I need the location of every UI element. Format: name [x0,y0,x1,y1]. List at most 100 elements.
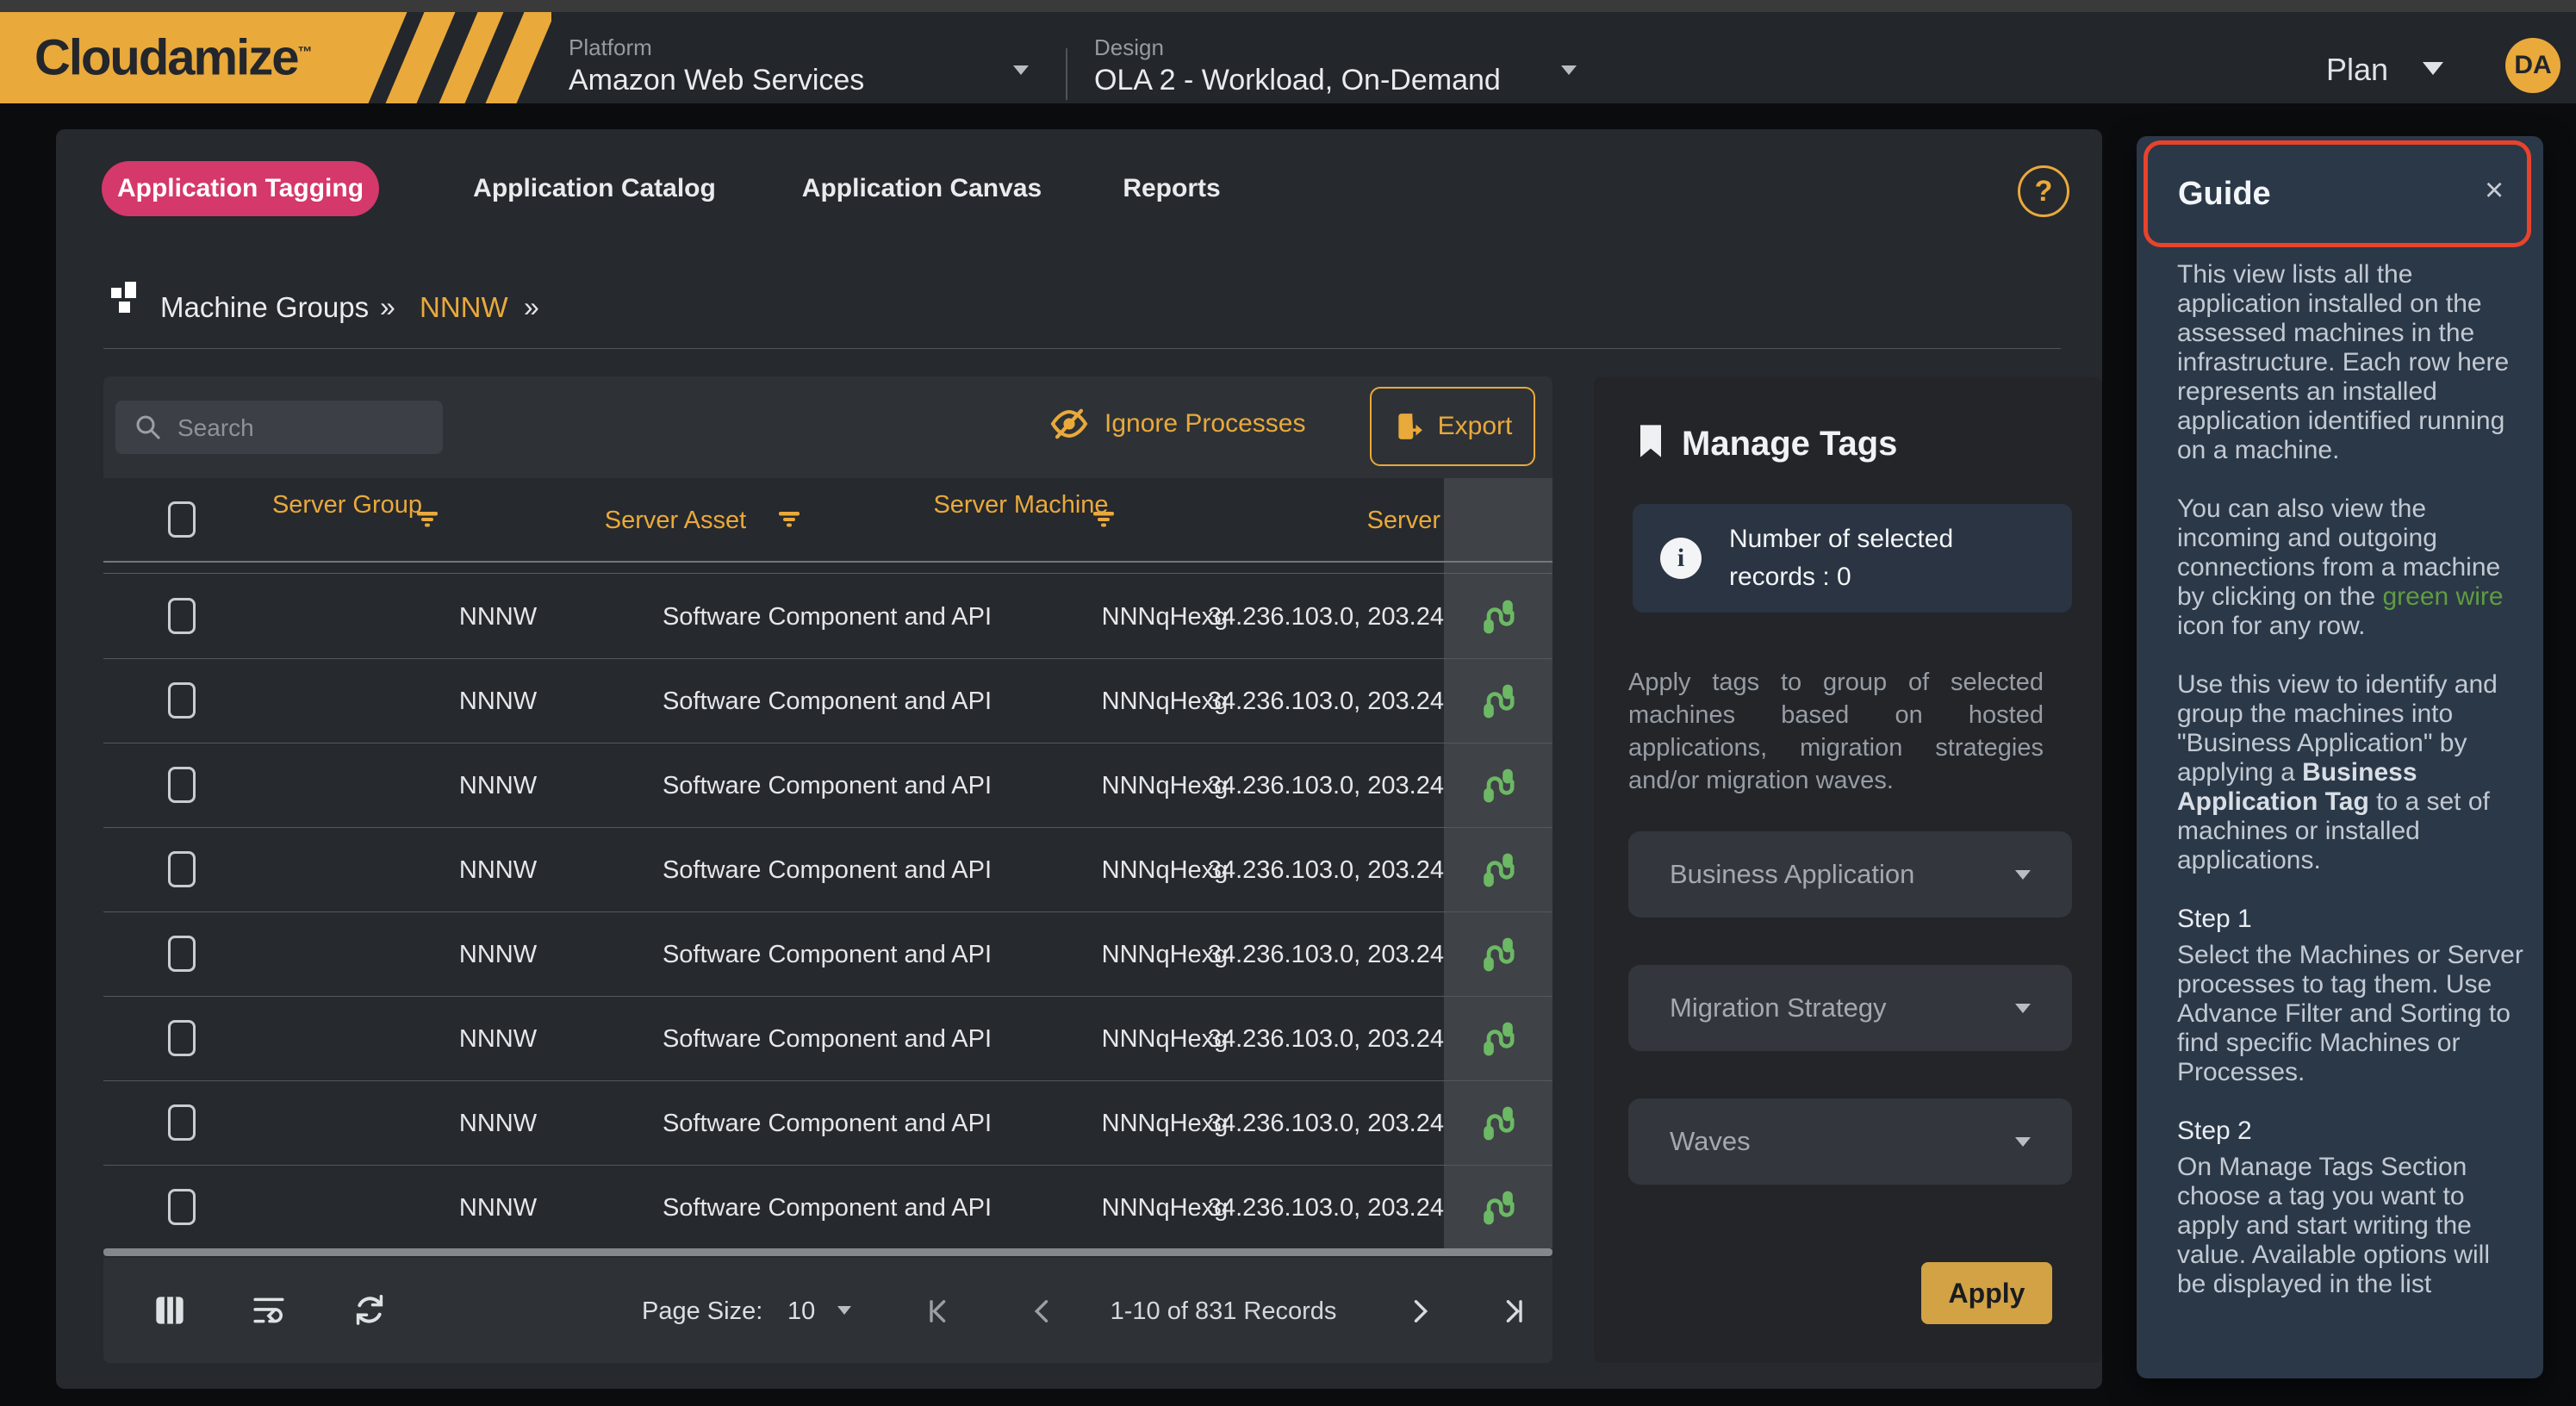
table-row: NNNW Software Component and API NNNqHexg… [103,1166,1552,1250]
bookmark-icon [1637,423,1664,459]
header-underline [103,573,1552,574]
table-row: NNNW Software Component and API NNNqHexg… [103,743,1552,828]
manage-tags-panel: Manage Tags i Number of selected records… [1594,376,2102,1363]
cell-server-group: NNNW [412,575,584,659]
ignore-processes-label: Ignore Processes [1104,409,1305,439]
table-toolbar: Search Ignore Processes Export [103,376,1552,478]
green-wire-icon [1479,767,1517,805]
platform-label: Platform [569,34,652,61]
table-header-row: Server Group Server Asset Server Machine… [103,478,1552,563]
guide-step2-title: Step 2 [2177,1117,2525,1146]
tab-application-catalog[interactable]: Application Catalog [470,161,719,216]
dropdown-label: Business Application [1670,859,1914,890]
selected-records-infobox: i Number of selected records : 0 [1633,504,2072,613]
breadcrumb-separator: » [380,291,395,323]
filter-icon[interactable] [778,511,800,528]
breadcrumb-machine-groups[interactable]: Machine Groups [160,291,369,324]
filter-icon[interactable] [416,511,439,528]
select-all-checkbox[interactable] [168,501,196,538]
avatar[interactable]: DA [2505,38,2560,93]
waves-dropdown[interactable]: Waves [1628,1098,2072,1185]
chevron-down-icon[interactable] [1013,65,1029,75]
info-icon: i [1660,538,1702,579]
trademark-symbol: ™ [298,44,311,60]
tab-application-tagging[interactable]: Application Tagging [102,161,379,216]
row-checkbox[interactable] [168,1189,196,1225]
wire-connections-button[interactable] [1444,997,1552,1081]
business-application-dropdown[interactable]: Business Application [1628,831,2072,918]
ignore-processes-button[interactable]: Ignore Processes [1049,407,1305,440]
row-checkbox[interactable] [168,767,196,803]
wire-connections-button[interactable] [1444,659,1552,743]
cell-server-ips: 34.236.103.0, 203.24 [1191,912,1444,997]
table-row: NNNW Software Component and API NNNqHexg… [103,575,1552,659]
brand-logo: Cloudamize™ [0,12,551,103]
page-size-select[interactable]: 10 [787,1297,815,1326]
machine-groups-icon [110,281,145,317]
chevron-down-icon[interactable] [2423,62,2443,75]
row-checkbox[interactable] [168,851,196,887]
next-page-icon[interactable] [1404,1296,1435,1327]
guide-paragraph: You can also view the incoming and outgo… [2177,495,2525,641]
plan-menu[interactable]: Plan [2326,52,2388,88]
filter-icon[interactable] [1092,511,1115,528]
table-row: NNNW Software Component and API NNNqHexg… [103,1081,1552,1166]
refresh-icon[interactable] [352,1292,388,1328]
column-header-server-asset[interactable]: Server Asset [581,506,770,535]
cell-server-ips: 34.236.103.0, 203.24 [1191,743,1444,828]
cell-server-group: NNNW [412,912,584,997]
row-checkbox[interactable] [168,1104,196,1141]
green-wire-icon [1479,1020,1517,1058]
wire-connections-button[interactable] [1444,912,1552,997]
breadcrumb-separator: » [524,291,539,323]
table-footer: Page Size: 10 1-10 of 831 Records [103,1258,1552,1363]
design-label: Design [1094,34,1164,61]
green-wire-icon [1479,682,1517,720]
row-checkbox[interactable] [168,598,196,634]
export-button[interactable]: Export [1370,387,1535,466]
page-size-label: Page Size: [642,1297,762,1326]
chevron-down-icon[interactable] [837,1306,851,1315]
previous-page-icon[interactable] [1027,1296,1058,1327]
guide-step2-text: On Manage Tags Section choose a tag you … [2177,1153,2525,1299]
column-header-server-group[interactable]: Server Group [261,490,433,519]
first-page-icon[interactable] [924,1296,955,1327]
cell-server-group: NNNW [412,743,584,828]
last-page-icon[interactable] [1497,1296,1528,1327]
wire-connections-button[interactable] [1444,1166,1552,1250]
row-checkbox[interactable] [168,1020,196,1056]
guide-panel: Guide × This view lists all the applicat… [2137,136,2543,1378]
wire-connections-button[interactable] [1444,743,1552,828]
top-strip [0,0,2576,12]
tab-application-canvas[interactable]: Application Canvas [801,161,1042,216]
export-label: Export [1438,412,1513,441]
design-select[interactable]: OLA 2 - Workload, On-Demand [1094,64,1501,97]
column-header-server[interactable]: Server [1272,506,1440,535]
wire-connections-button[interactable] [1444,1081,1552,1166]
columns-icon[interactable] [153,1294,186,1327]
row-checkbox[interactable] [168,682,196,719]
horizontal-scrollbar[interactable] [103,1248,1552,1256]
tab-reports[interactable]: Reports [1120,161,1223,216]
breadcrumb-current-group[interactable]: NNNW [420,291,508,324]
cell-server-ips: 34.236.103.0, 203.24 [1191,997,1444,1081]
cell-server-ips: 34.236.103.0, 203.24 [1191,1166,1444,1250]
apply-button[interactable]: Apply [1921,1262,2052,1324]
search-input[interactable]: Search [115,401,443,454]
header-divider [1066,48,1067,100]
guide-step1-text: Select the Machines or Server processes … [2177,941,2525,1087]
manage-tags-description: Apply tags to group of selected machines… [1628,666,2044,797]
platform-select[interactable]: Amazon Web Services [569,64,864,97]
row-checkbox[interactable] [168,936,196,972]
close-icon[interactable]: × [2485,174,2504,207]
wire-connections-button[interactable] [1444,828,1552,912]
guide-paragraph: This view lists all the application inst… [2177,260,2525,465]
records-range: 1-10 of 831 Records [1094,1297,1353,1326]
eye-off-icon [1049,407,1089,440]
column-header-server-machine[interactable]: Server Machine [926,490,1116,519]
text-wrap-icon[interactable] [252,1294,286,1327]
migration-strategy-dropdown[interactable]: Migration Strategy [1628,965,2072,1051]
wire-connections-button[interactable] [1444,575,1552,659]
chevron-down-icon[interactable] [1561,65,1577,75]
help-icon[interactable]: ? [2018,165,2069,217]
